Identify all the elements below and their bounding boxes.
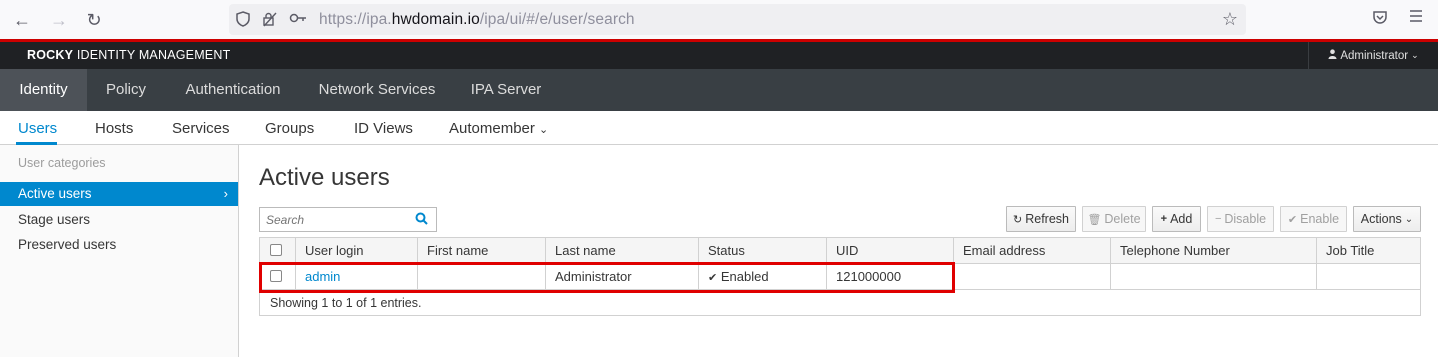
plus-icon: + <box>1160 213 1168 225</box>
actions-label: Actions <box>1360 212 1402 226</box>
column-header-first-name[interactable]: First name <box>417 238 545 264</box>
disable-button[interactable]: − Disable <box>1207 206 1274 232</box>
tab-identity[interactable]: Identity <box>0 69 87 111</box>
header-select-cell <box>260 238 295 264</box>
delete-label: Delete <box>1104 212 1141 226</box>
column-header-job-title[interactable]: Job Title <box>1316 238 1420 264</box>
delete-button[interactable]: 🗑 Delete <box>1082 206 1146 232</box>
search-input[interactable] <box>260 208 410 231</box>
key-icon[interactable] <box>289 11 307 29</box>
url-prefix: https://ipa. <box>319 11 392 28</box>
refresh-button[interactable]: ↻ Refresh <box>1006 206 1076 232</box>
cell-email <box>953 264 1110 289</box>
tab-hosts[interactable]: Hosts <box>95 120 133 137</box>
search-icon[interactable] <box>415 212 429 226</box>
annotation-highlight-box <box>259 262 955 293</box>
table-header: User login First name Last name Status U… <box>260 238 1420 264</box>
tab-automember-label: Automember <box>449 120 535 137</box>
url-text[interactable]: https://ipa.hwdomain.io/ipa/ui/#/e/user/… <box>319 11 635 29</box>
minus-icon: − <box>1214 213 1222 225</box>
sidebar: User categories Active users › Stage use… <box>0 145 239 357</box>
back-arrow-icon[interactable]: ← <box>10 8 34 32</box>
tab-services[interactable]: Services <box>172 120 230 137</box>
user-name: Administrator <box>1340 49 1409 62</box>
select-all-checkbox[interactable] <box>270 244 282 256</box>
tab-authentication[interactable]: Authentication <box>165 69 301 111</box>
column-header-email[interactable]: Email address <box>953 238 1110 264</box>
masthead: ROCKY IDENTITY MANAGEMENT Administrator … <box>0 42 1438 69</box>
forward-arrow-icon[interactable]: → <box>47 8 71 32</box>
url-bar[interactable]: https://ipa.hwdomain.io/ipa/ui/#/e/user/… <box>229 4 1246 35</box>
column-header-user-login[interactable]: User login <box>295 238 417 264</box>
refresh-label: Refresh <box>1025 212 1069 226</box>
chevron-down-icon: ⌄ <box>539 124 549 136</box>
column-header-last-name[interactable]: Last name <box>545 238 698 264</box>
disable-label: Disable <box>1224 212 1267 226</box>
enable-button[interactable]: ✔ Enable <box>1280 206 1347 232</box>
brand-logo: ROCKY IDENTITY MANAGEMENT <box>27 48 230 62</box>
tab-automember[interactable]: Automember ⌄ <box>449 120 548 137</box>
url-path: /ipa/ui/#/e/user/search <box>479 11 635 28</box>
sidebar-item-active-users[interactable]: Active users › <box>0 182 238 206</box>
sidebar-item-preserved-users[interactable]: Preserved users <box>0 233 238 257</box>
url-domain: hwdomain.io <box>391 11 480 28</box>
tab-id-views[interactable]: ID Views <box>354 120 413 137</box>
bookmark-star-icon[interactable]: ☆ <box>1222 9 1238 30</box>
page-title: Active users <box>259 164 390 191</box>
sidebar-item-label: Active users <box>18 186 92 201</box>
sidebar-heading: User categories <box>18 156 106 170</box>
pocket-icon[interactable] <box>1372 9 1388 30</box>
chevron-down-icon: ⌄ <box>1411 50 1419 60</box>
tab-groups[interactable]: Groups <box>265 120 314 137</box>
chevron-down-icon: ⌄ <box>1404 213 1414 225</box>
tab-ipa-server[interactable]: IPA Server <box>453 69 559 111</box>
column-header-status[interactable]: Status <box>698 238 826 264</box>
table-footer: Showing 1 to 1 of 1 entries. <box>270 296 422 310</box>
tab-network-services[interactable]: Network Services <box>301 69 453 111</box>
primary-nav: Identity Policy Authentication Network S… <box>0 69 1438 111</box>
actions-dropdown[interactable]: Actions ⌄ <box>1353 206 1421 232</box>
shield-icon[interactable] <box>236 11 250 31</box>
trash-icon: 🗑 <box>1087 213 1102 226</box>
brand-rest: IDENTITY MANAGEMENT <box>73 48 231 62</box>
hamburger-menu-icon[interactable] <box>1409 9 1423 28</box>
sidebar-item-stage-users[interactable]: Stage users <box>0 208 238 232</box>
user-icon <box>1328 49 1337 62</box>
column-header-uid[interactable]: UID <box>826 238 953 264</box>
column-header-telephone[interactable]: Telephone Number <box>1110 238 1316 264</box>
tab-users[interactable]: Users <box>18 120 57 137</box>
add-button[interactable]: + Add <box>1152 206 1201 232</box>
check-icon: ✔ <box>1287 213 1298 226</box>
cell-telephone <box>1110 264 1316 289</box>
enable-label: Enable <box>1300 212 1340 226</box>
tab-policy[interactable]: Policy <box>87 69 165 111</box>
add-label: Add <box>1170 212 1193 226</box>
refresh-icon: ↻ <box>1013 213 1023 226</box>
user-menu[interactable]: Administrator ⌄ <box>1308 42 1438 69</box>
cell-job-title <box>1316 264 1420 289</box>
secondary-nav: Users Hosts Services Groups ID Views Aut… <box>0 111 1438 145</box>
lock-warning-icon[interactable] <box>262 11 278 31</box>
browser-toolbar: ← → ↻ https://ipa.hwdomain.io/ipa/ui/#/e… <box>0 0 1438 39</box>
reload-icon[interactable]: ↻ <box>82 8 106 32</box>
chevron-right-icon: › <box>223 186 228 201</box>
brand-bold: ROCKY <box>27 48 74 62</box>
search-box <box>259 207 437 232</box>
